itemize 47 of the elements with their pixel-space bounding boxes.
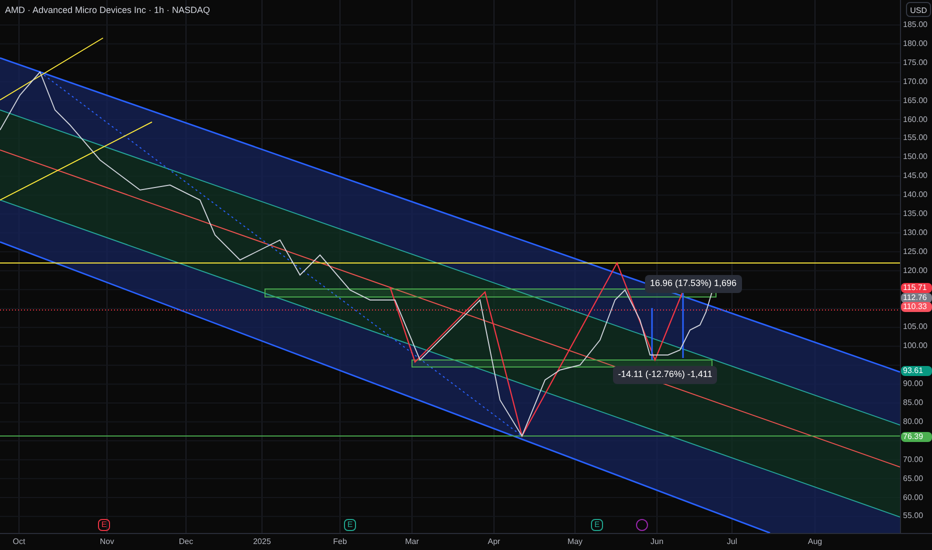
price-label: 100.00 xyxy=(902,340,928,352)
time-label: Apr xyxy=(488,536,500,548)
measure-label: 16.96 (17.53%) 1,696 xyxy=(645,275,742,292)
time-label: Aug xyxy=(808,536,822,548)
price-label: 155.00 xyxy=(902,132,928,144)
measure-label: -14.11 (-12.76%) -1,411 xyxy=(613,366,718,384)
price-label: 60.00 xyxy=(902,492,924,504)
price-label: 85.00 xyxy=(902,397,924,409)
time-label: Feb xyxy=(333,536,347,548)
time-label: Nov xyxy=(100,536,114,548)
price-label: 70.00 xyxy=(902,454,924,466)
time-label: Oct xyxy=(12,536,26,548)
price-label: 140.00 xyxy=(902,189,928,202)
time-label: Jun xyxy=(650,536,664,548)
price-label: 80.00 xyxy=(902,416,924,428)
currency-button[interactable]: USD xyxy=(906,2,931,17)
price-label: 180.00 xyxy=(902,38,928,50)
price-label: 130.00 xyxy=(902,226,928,239)
price-label: 135.00 xyxy=(902,208,928,220)
price-tag: 110.33 xyxy=(901,302,932,312)
price-tag: 93.61 xyxy=(901,366,932,376)
earnings-marker[interactable]: E xyxy=(344,519,356,531)
price-label: 145.00 xyxy=(902,170,928,182)
price-tag: 76.39 xyxy=(901,432,932,442)
event-icon[interactable] xyxy=(636,519,648,531)
price-label: 175.00 xyxy=(902,56,928,69)
time-label: Jul xyxy=(726,536,738,548)
price-label: 65.00 xyxy=(902,472,924,485)
earnings-marker[interactable]: E xyxy=(591,519,603,531)
price-label: 120.00 xyxy=(902,264,928,277)
time-label: May xyxy=(567,536,583,548)
price-label: 125.00 xyxy=(902,246,928,258)
price-label: 150.00 xyxy=(902,151,928,164)
price-tag: 115.71 xyxy=(901,283,932,293)
chart-title: AMD · Advanced Micro Devices Inc · 1h · NASDAQ xyxy=(5,4,210,17)
earnings-marker[interactable]: E xyxy=(98,519,110,531)
price-label: 160.00 xyxy=(902,114,928,126)
price-label: 165.00 xyxy=(902,94,928,107)
price-label: 55.00 xyxy=(902,510,924,522)
time-label: Dec xyxy=(178,536,194,548)
price-label: 185.00 xyxy=(902,19,928,31)
time-label: 2025 xyxy=(253,536,271,548)
price-label: 170.00 xyxy=(902,76,928,88)
price-label: 105.00 xyxy=(902,321,928,334)
time-label: Mar xyxy=(405,536,419,548)
price-label: 90.00 xyxy=(902,378,924,390)
price-tag: 112.76 xyxy=(901,292,932,302)
